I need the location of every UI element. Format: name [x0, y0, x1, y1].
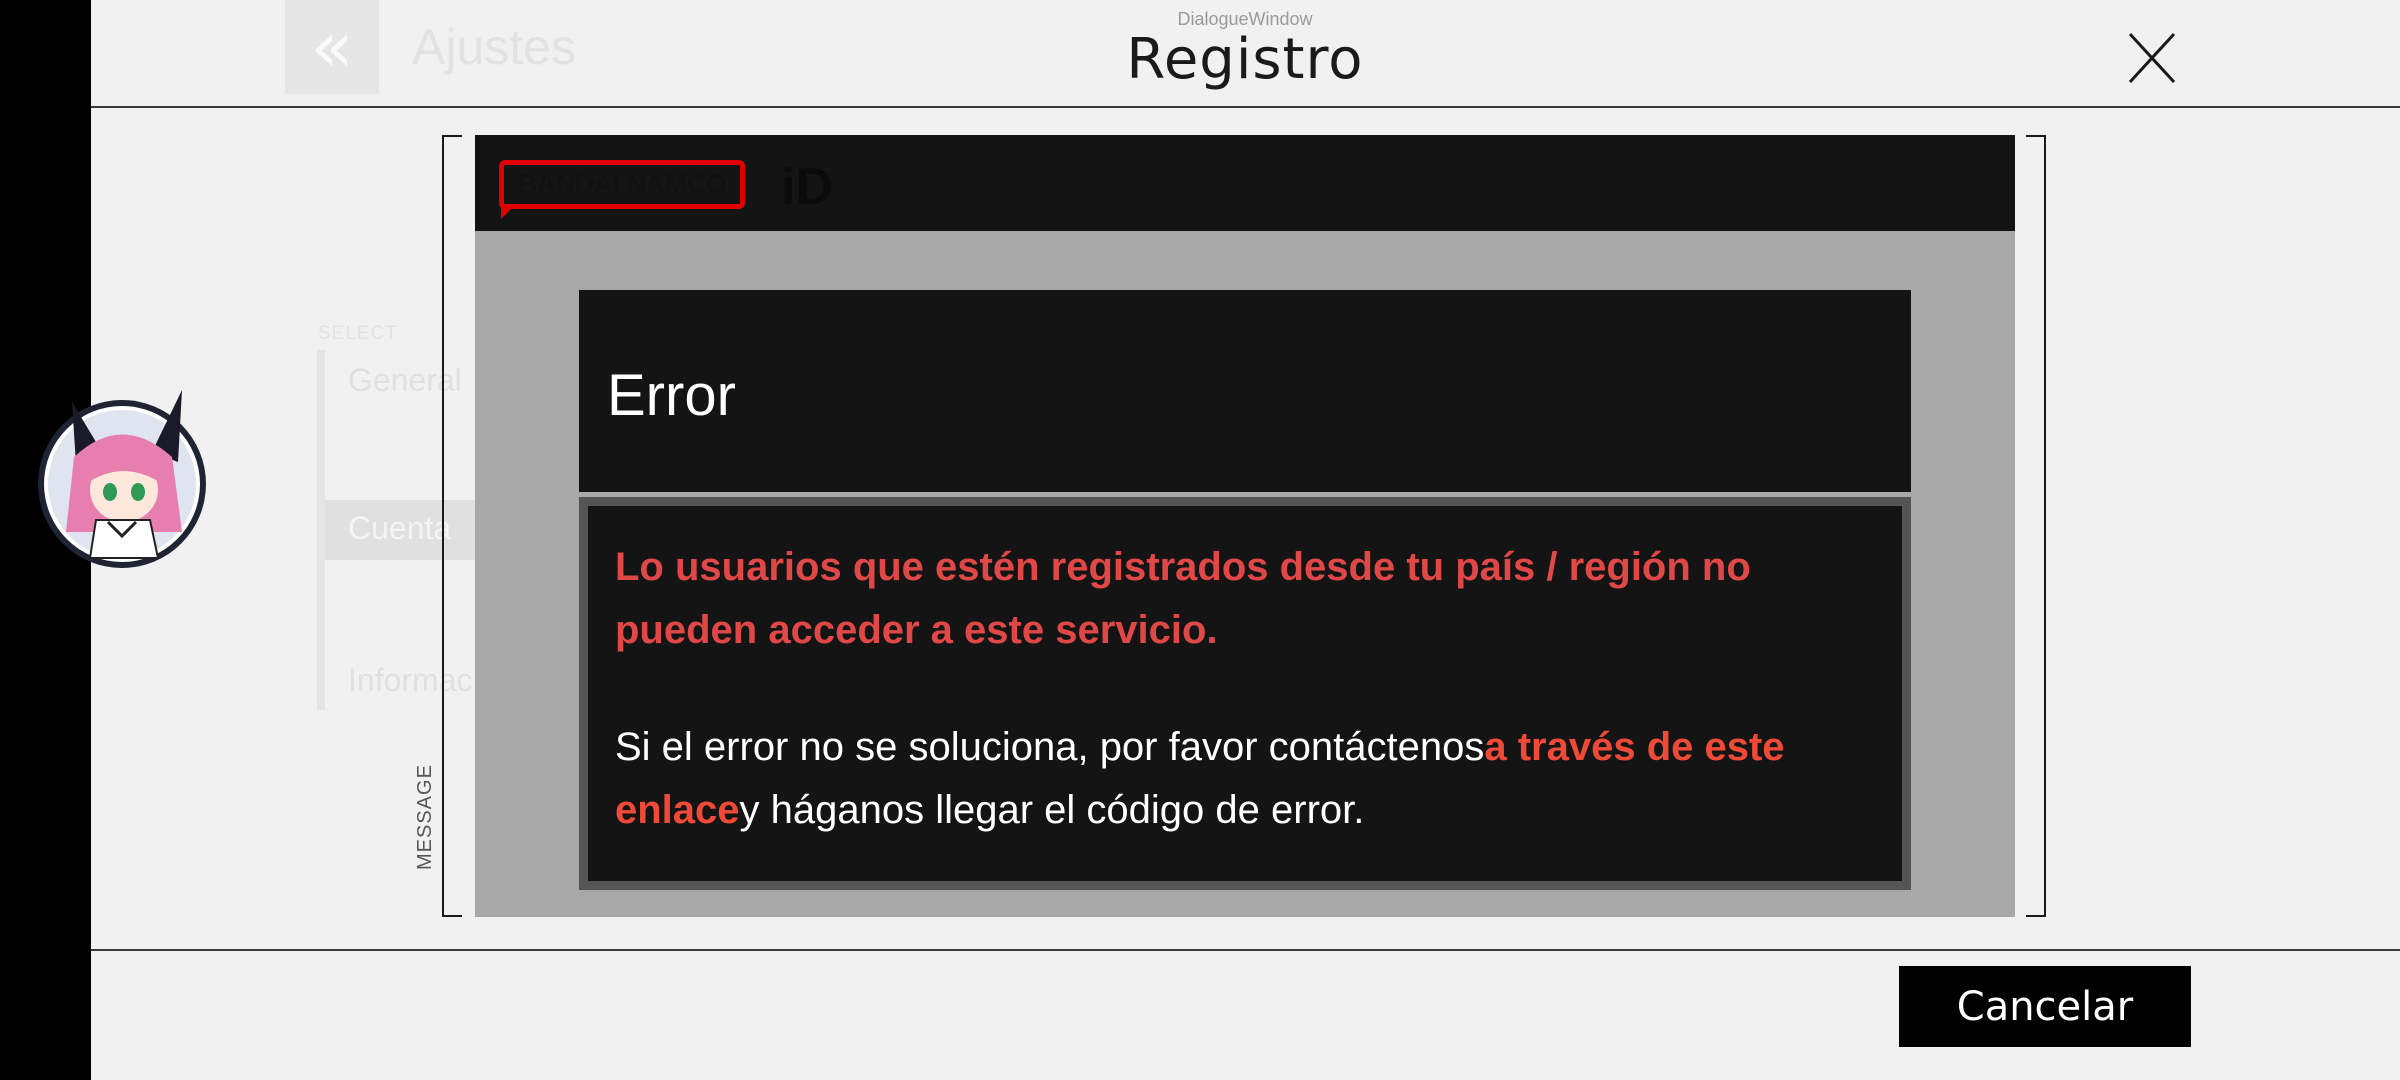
close-button[interactable] [2116, 30, 2186, 90]
cancel-button[interactable]: Cancelar [1899, 966, 2191, 1047]
error-help-suffix: y háganos llegar el código de error. [739, 788, 1365, 832]
bandai-namco-logo-text: BANDAI NAMCO [517, 169, 727, 199]
header-divider [91, 106, 2400, 108]
background-menu-item-label: Cuenta [348, 510, 452, 546]
error-help-text: Si el error no se soluciona, por favor c… [615, 716, 1865, 842]
background-menu-line [317, 350, 325, 710]
message-frame-left [442, 135, 462, 917]
back-button: « [285, 0, 379, 94]
error-message: Lo usuarios que estén registrados desde … [615, 545, 1751, 652]
logo-speech-tail [501, 205, 515, 219]
message-label: MESSAGE [414, 764, 436, 870]
character-avatar[interactable] [32, 372, 212, 572]
background-select-label: SELECT [318, 323, 398, 344]
dialog-title: Registro [1126, 27, 1364, 92]
close-icon [2128, 32, 2176, 84]
background-title: Ajustes [412, 19, 576, 75]
message-frame-right [2026, 135, 2046, 917]
webview[interactable]: BANDAI NAMCO iD Error Lo usuarios que es… [475, 135, 2015, 917]
bandai-namco-header: BANDAI NAMCO iD [475, 135, 2015, 231]
error-title: Error [607, 363, 736, 428]
footer-divider [91, 949, 2400, 951]
bandai-namco-logo: BANDAI NAMCO [499, 160, 745, 209]
error-header: Error [579, 290, 1911, 492]
error-body: Lo usuarios que estén registrados desde … [579, 497, 1911, 890]
error-panel: Error Lo usuarios que estén registrados … [579, 290, 1911, 890]
error-help-prefix: Si el error no se soluciona, por favor c… [615, 725, 1485, 769]
bandai-namco-id-text: iD [781, 158, 833, 216]
